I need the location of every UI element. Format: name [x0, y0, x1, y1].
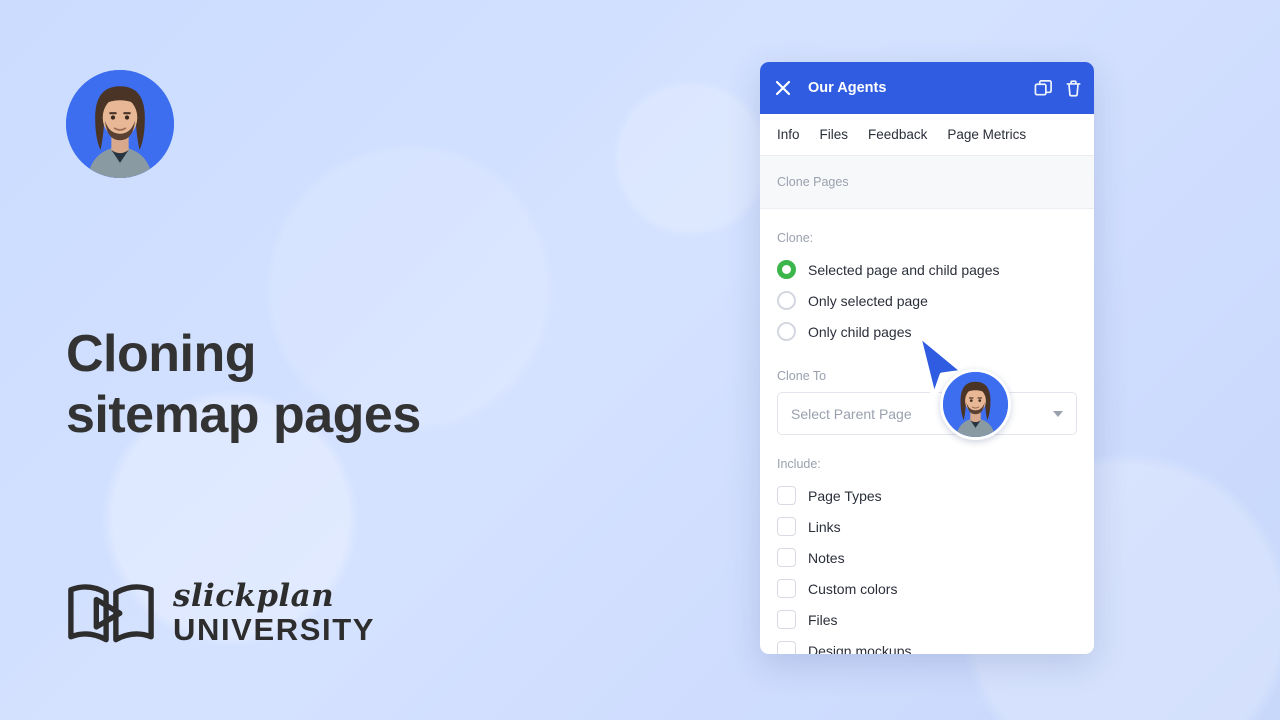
checkbox-label: Page Types [808, 487, 882, 504]
panel-header: Our Agents [760, 62, 1094, 114]
radio-label: Selected page and child pages [808, 261, 1000, 278]
panel-body: Clone: Selected page and child pages Onl… [760, 209, 1094, 654]
checkbox-label: Links [808, 518, 841, 535]
checkbox-indicator [777, 579, 796, 598]
tab-feedback[interactable]: Feedback [868, 127, 927, 142]
radio-only-child-pages[interactable]: Only child pages [777, 316, 1077, 347]
logo-wordmark: UNIVERSITY [173, 612, 376, 647]
radio-indicator [777, 291, 796, 310]
clone-to-field: Clone To Select Parent Page [777, 369, 1077, 435]
radio-only-selected-page[interactable]: Only selected page [777, 285, 1077, 316]
open-book-play-icon [66, 580, 156, 646]
close-icon[interactable] [773, 78, 793, 98]
checkbox-label: Files [808, 611, 838, 628]
checkbox-label: Notes [808, 549, 845, 566]
checkbox-links[interactable]: Links [777, 511, 1077, 542]
radio-indicator-selected [777, 260, 796, 279]
checkbox-indicator [777, 517, 796, 536]
clone-group-label: Clone: [777, 231, 814, 245]
checkbox-page-types[interactable]: Page Types [777, 480, 1077, 511]
slickplan-university-logo: slickplan UNIVERSITY [66, 580, 375, 646]
headline-line-2: sitemap pages [66, 386, 421, 445]
radio-selected-page-and-child-pages[interactable]: Selected page and child pages [777, 254, 1077, 285]
tab-files[interactable]: Files [820, 127, 849, 142]
checkbox-label: Custom colors [808, 580, 898, 597]
panel-title: Our Agents [808, 80, 887, 96]
slide-headline: Cloning sitemap pages [66, 324, 626, 447]
clone-pages-panel: Our Agents Info Files Feedback Page Metr… [760, 62, 1094, 654]
tab-page-metrics[interactable]: Page Metrics [947, 127, 1026, 142]
duplicate-icon[interactable] [1034, 79, 1053, 98]
tab-info[interactable]: Info [777, 127, 800, 142]
logo-script-text: slickplan [173, 578, 335, 614]
section-band-clone-pages: Clone Pages [760, 156, 1094, 209]
radio-label: Only selected page [808, 292, 928, 309]
radio-label: Only child pages [808, 323, 912, 340]
checkbox-indicator [777, 610, 796, 629]
checkbox-design-mockups[interactable]: Design mockups [777, 635, 1077, 654]
radio-indicator [777, 322, 796, 341]
checkbox-indicator [777, 548, 796, 567]
parent-page-select[interactable]: Select Parent Page [777, 392, 1077, 435]
trash-icon[interactable] [1064, 79, 1083, 98]
checkbox-files[interactable]: Files [777, 604, 1077, 635]
slide-canvas: Cloning sitemap pages slickplan UNIVERSI… [0, 0, 1280, 720]
parent-page-placeholder: Select Parent Page [791, 405, 912, 422]
section-band-label: Clone Pages [777, 175, 849, 189]
include-group: Include: Page Types Links Notes Custom c… [777, 457, 1077, 654]
checkbox-custom-colors[interactable]: Custom colors [777, 573, 1077, 604]
checkbox-notes[interactable]: Notes [777, 542, 1077, 573]
checkbox-indicator [777, 486, 796, 505]
checkbox-indicator [777, 641, 796, 654]
headline-line-1: Cloning [66, 325, 257, 383]
include-group-label: Include: [777, 457, 821, 471]
chevron-down-icon [1053, 410, 1063, 417]
presenter-avatar-large [66, 70, 174, 178]
panel-tab-bar: Info Files Feedback Page Metrics [760, 114, 1094, 156]
presenter-avatar-small [940, 369, 1011, 440]
clone-to-label: Clone To [777, 369, 827, 383]
checkbox-label: Design mockups [808, 642, 912, 655]
